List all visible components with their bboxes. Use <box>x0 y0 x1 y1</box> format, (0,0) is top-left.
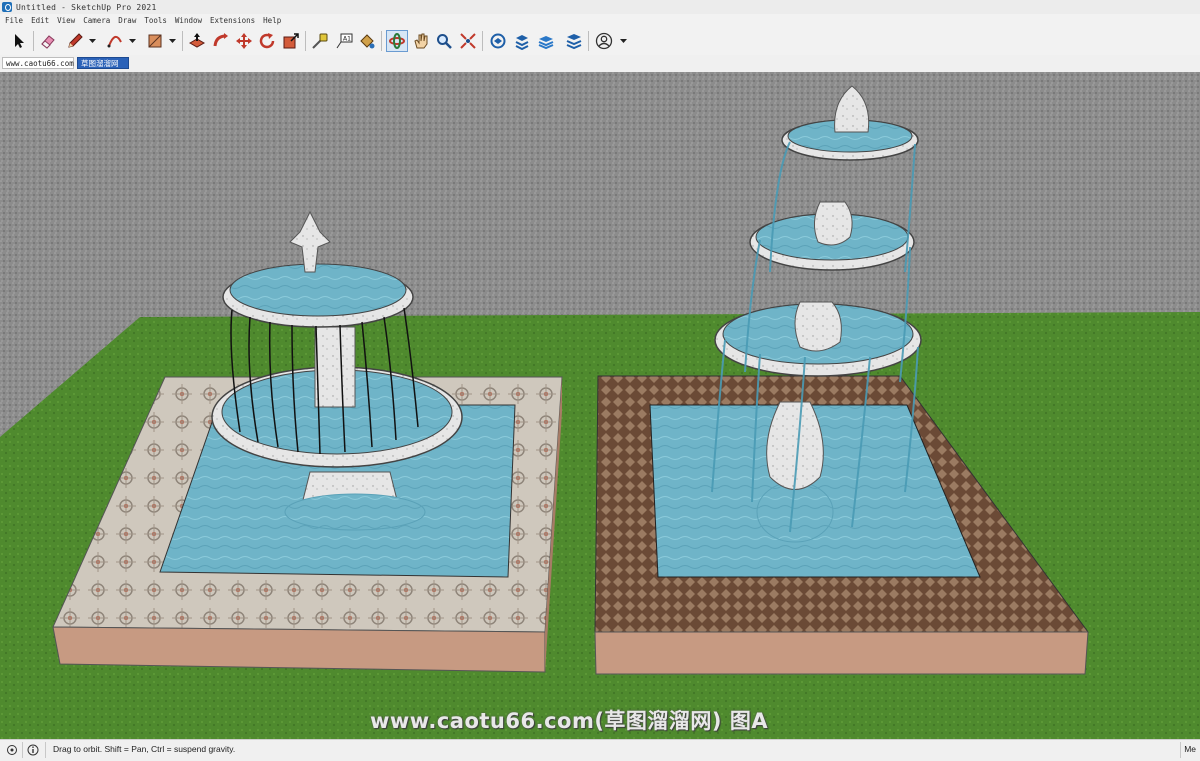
chevron-down-icon[interactable] <box>620 37 627 44</box>
follow-me-tool-button[interactable] <box>210 30 232 52</box>
arc-tool-button[interactable] <box>104 30 126 52</box>
follow-me-icon <box>213 33 228 47</box>
paint-bucket-tool-button[interactable] <box>356 30 378 52</box>
hand-icon <box>414 33 428 49</box>
pencil-icon <box>68 33 83 48</box>
rotate-icon <box>259 33 275 49</box>
warehouse-icon <box>490 33 506 49</box>
menu-view[interactable]: View <box>57 16 75 25</box>
scene-tab-2[interactable]: 草图溜溜网 <box>77 57 129 69</box>
menu-draw[interactable]: Draw <box>118 16 136 25</box>
select-tool-button[interactable] <box>8 30 30 52</box>
watermark-text: www.caotu66.com(草图溜溜网) 图A <box>370 709 769 733</box>
3d-scene <box>0 72 1200 739</box>
extension-manager-icon <box>566 34 582 50</box>
rectangle-icon <box>148 34 162 48</box>
menu-camera[interactable]: Camera <box>83 16 110 25</box>
rotate-tool-button[interactable] <box>256 30 278 52</box>
chevron-down-icon[interactable] <box>129 37 136 44</box>
layout-send-button[interactable] <box>535 30 557 52</box>
text-tool-button[interactable]: A1 <box>333 30 355 52</box>
scene-tabs: www.caotu66.com 草图溜溜网 <box>0 55 1200 73</box>
line-tool-button[interactable] <box>64 30 86 52</box>
main-toolbar: A1 <box>0 27 1200 56</box>
menu-edit[interactable]: Edit <box>31 16 49 25</box>
layers-icon <box>538 36 554 50</box>
tape-measure-tool-button[interactable] <box>309 30 331 52</box>
menu-file[interactable]: File <box>5 16 23 25</box>
move-icon <box>236 33 252 49</box>
zoom-extents-tool-button[interactable] <box>457 30 479 52</box>
user-icon <box>595 32 613 50</box>
title-bar: Untitled - SketchUp Pro 2021 <box>0 0 1200 15</box>
tape-measure-icon <box>312 33 328 49</box>
arc-icon <box>107 35 122 48</box>
menu-help[interactable]: Help <box>263 16 281 25</box>
zoom-icon <box>437 34 452 49</box>
geo-location-icon[interactable] <box>6 744 18 756</box>
scale-icon <box>283 33 299 49</box>
menu-window[interactable]: Window <box>175 16 202 25</box>
eraser-icon <box>41 35 55 49</box>
extension-manager-button[interactable] <box>563 30 585 52</box>
status-bar: Drag to orbit. Shift = Pan, Ctrl = suspe… <box>0 739 1200 761</box>
measurements-label: Me <box>1184 744 1196 754</box>
info-icon[interactable] <box>27 744 39 756</box>
menu-extensions[interactable]: Extensions <box>210 16 255 25</box>
push-pull-tool-button[interactable] <box>186 30 208 52</box>
menu-tools[interactable]: Tools <box>144 16 167 25</box>
extension-warehouse-button[interactable] <box>511 30 533 52</box>
eraser-tool-button[interactable] <box>37 30 59 52</box>
push-pull-icon <box>188 33 206 48</box>
drawing-viewport[interactable]: www.caotu66.com(草图溜溜网) 图A <box>0 72 1200 739</box>
sketchup-app-icon <box>2 2 12 12</box>
extension-icon <box>515 35 529 50</box>
account-button[interactable] <box>593 30 615 52</box>
window-title: Untitled - SketchUp Pro 2021 <box>16 2 157 12</box>
menu-bar: File Edit View Camera Draw Tools Window … <box>0 14 1200 27</box>
svg-text:A1: A1 <box>343 36 351 43</box>
chevron-down-icon[interactable] <box>89 37 96 44</box>
scale-tool-button[interactable] <box>280 30 302 52</box>
warehouse-button[interactable] <box>487 30 509 52</box>
arrow-cursor-icon <box>15 34 24 48</box>
status-hint: Drag to orbit. Shift = Pan, Ctrl = suspe… <box>53 744 236 754</box>
move-tool-button[interactable] <box>233 30 255 52</box>
shapes-tool-button[interactable] <box>144 30 166 52</box>
zoom-extents-icon <box>460 33 476 49</box>
chevron-down-icon[interactable] <box>169 37 176 44</box>
text-icon: A1 <box>336 33 353 49</box>
scene-tab-1[interactable]: www.caotu66.com <box>2 57 74 69</box>
orbit-tool-button[interactable] <box>386 30 408 52</box>
paint-bucket-icon <box>360 34 375 49</box>
pan-tool-button[interactable] <box>410 30 432 52</box>
zoom-tool-button[interactable] <box>433 30 455 52</box>
orbit-icon <box>389 33 405 49</box>
